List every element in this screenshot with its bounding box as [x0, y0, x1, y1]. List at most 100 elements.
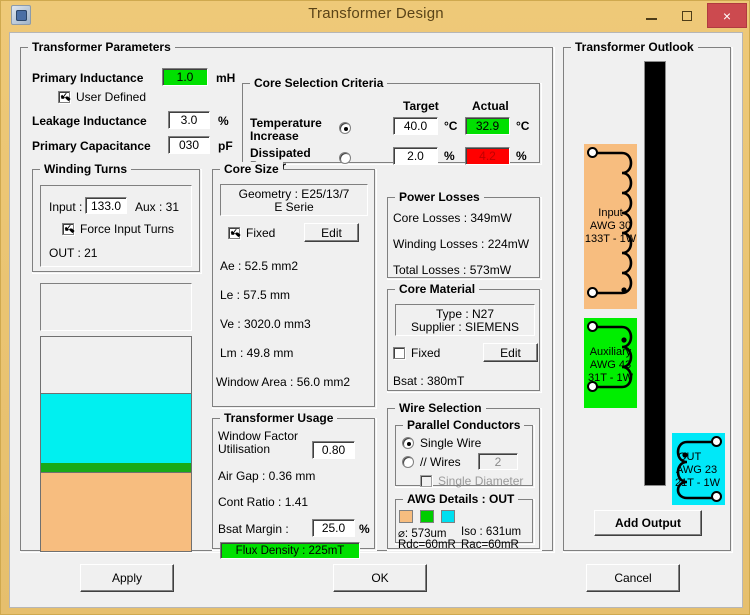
- value-winding-losses: Winding Losses : 224mW: [393, 237, 529, 251]
- button-apply[interactable]: Apply: [80, 564, 174, 592]
- checkbox-core-size-fixed[interactable]: ✓: [228, 227, 240, 239]
- winding-auxiliary-terminal-top: [587, 321, 598, 332]
- label-window-factor-line2: Utilisation: [218, 442, 270, 456]
- label-core-size-fixed: Fixed: [246, 226, 275, 240]
- input-leakage-inductance[interactable]: 3.0: [168, 111, 210, 129]
- winding-auxiliary[interactable]: Auxiliary AWG 43 31T - 1W: [584, 318, 637, 408]
- core-size-ae: Ae : 52.5 mm2: [220, 259, 298, 273]
- application-window: Transformer Design × Transformer Paramet…: [0, 0, 750, 615]
- radio-temperature-increase[interactable]: [339, 122, 351, 134]
- radio-dissipated-power[interactable]: [339, 152, 351, 164]
- client-area: Transformer Parameters Primary Inductanc…: [9, 32, 743, 608]
- label-dissipated-power-line1: Dissipated: [250, 146, 311, 160]
- unit-actual-dissipated-power: %: [516, 149, 527, 163]
- winding-out[interactable]: OUT AWG 23 21T - 1W: [672, 433, 725, 505]
- label-bsat-margin: Bsat Margin :: [218, 522, 289, 536]
- winding-input[interactable]: Input AWG 30 133T - 1W: [584, 144, 637, 309]
- radio-single-wire[interactable]: [402, 437, 414, 449]
- core-size-lm: Lm : 49.8 mm: [220, 346, 293, 360]
- label-force-input-turns: Force Input Turns: [80, 222, 174, 236]
- header-actual: Actual: [472, 99, 509, 113]
- value-bsat: Bsat : 380mT: [393, 374, 464, 388]
- window-utilisation-bar: [40, 336, 192, 552]
- input-bsat-margin[interactable]: 25.0: [312, 519, 355, 537]
- header-target: Target: [403, 99, 439, 113]
- winding-input-coil: [584, 144, 637, 309]
- winding-input-terminal-top: [587, 147, 598, 158]
- group-title-parallel-conductors: Parallel Conductors: [403, 418, 524, 432]
- value-wire-diameter: ⌀: 573um: [398, 526, 446, 540]
- label-aux-turns: Aux : 31: [135, 200, 179, 214]
- minimize-button[interactable]: [635, 3, 667, 28]
- group-title-core-size: Core Size: [220, 162, 283, 176]
- group-title-transformer-parameters: Transformer Parameters: [28, 40, 175, 54]
- winding-graphic-top-panel: [40, 283, 192, 331]
- value-wire-rdc: Rdc=60mR: [398, 539, 456, 551]
- button-cancel[interactable]: Cancel: [586, 564, 680, 592]
- label-window-factor-line1: Window Factor: [218, 429, 298, 443]
- group-title-transformer-outlook: Transformer Outlook: [571, 40, 698, 54]
- core-size-ve: Ve : 3020.0 mm3: [220, 317, 311, 331]
- group-title-core-material: Core Material: [395, 282, 479, 296]
- checkbox-core-material-fixed[interactable]: [393, 347, 405, 359]
- group-title-wire-selection: Wire Selection: [395, 401, 486, 415]
- checkbox-user-defined[interactable]: ✓: [58, 91, 70, 103]
- button-core-size-edit[interactable]: Edit: [304, 223, 359, 242]
- group-title-winding-turns: Winding Turns: [40, 162, 131, 176]
- unit-primary-inductance: mH: [216, 71, 235, 85]
- checkbox-single-diameter[interactable]: [420, 475, 432, 487]
- label-parallel-wires: // Wires: [420, 455, 461, 469]
- value-actual-temperature: 32.9: [465, 117, 510, 135]
- core-material-supplier: Supplier : SIEMENS: [395, 320, 535, 334]
- unit-leakage-inductance: %: [218, 114, 229, 128]
- core-material-type: Type : N27: [395, 307, 535, 321]
- label-leakage-inductance: Leakage Inductance: [32, 114, 147, 128]
- winding-input-terminal-bottom: [587, 287, 598, 298]
- value-air-gap: Air Gap : 0.36 mm: [218, 469, 315, 483]
- maximize-button[interactable]: [671, 3, 703, 28]
- value-cont-ratio: Cont Ratio : 1.41: [218, 495, 308, 509]
- button-add-output[interactable]: Add Output: [594, 510, 702, 536]
- unit-primary-capacitance: pF: [218, 139, 233, 153]
- value-core-losses: Core Losses : 349mW: [393, 211, 512, 225]
- value-total-losses: Total Losses : 573mW: [393, 263, 511, 277]
- value-flux-density: Flux Density : 225mT: [220, 542, 360, 559]
- winding-out-terminal-top: [711, 436, 722, 447]
- unit-bsat-margin: %: [359, 522, 370, 536]
- input-winding-input-turns[interactable]: 133.0: [85, 197, 127, 214]
- label-primary-inductance: Primary Inductance: [32, 71, 143, 85]
- checkbox-force-input-turns[interactable]: ✓: [62, 223, 74, 235]
- value-wire-rac: Rac=60mR: [461, 539, 519, 551]
- button-core-material-edit[interactable]: Edit: [483, 343, 538, 362]
- input-primary-capacitance[interactable]: 030: [168, 136, 210, 154]
- window-seg-aux: [41, 463, 191, 472]
- radio-parallel-wires[interactable]: [402, 456, 414, 468]
- window-seg-free: [41, 337, 191, 393]
- value-actual-dissipated-power: 4.2: [465, 147, 510, 165]
- label-single-diameter: Single Diameter: [438, 474, 523, 488]
- label-temperature-increase-line1: Temperature: [250, 116, 322, 130]
- maximize-icon: [682, 11, 692, 21]
- core-size-window-area: Window Area : 56.0 mm2: [216, 375, 350, 389]
- label-temperature-increase-line2: Increase: [250, 129, 299, 143]
- label-input-turns: Input :: [49, 200, 82, 214]
- group-title-power-losses: Power Losses: [395, 190, 484, 204]
- button-ok[interactable]: OK: [333, 564, 427, 592]
- label-core-material-fixed: Fixed: [411, 346, 440, 360]
- input-primary-inductance[interactable]: 1.0: [162, 68, 208, 86]
- label-primary-capacitance: Primary Capacitance: [32, 139, 151, 153]
- unit-target-temperature: °C: [444, 119, 457, 133]
- group-title-transformer-usage: Transformer Usage: [220, 411, 337, 425]
- input-target-temperature[interactable]: 40.0: [393, 117, 438, 135]
- swatch-out-winding: [441, 510, 455, 523]
- label-out-turns: OUT : 21: [49, 246, 97, 260]
- close-button[interactable]: ×: [707, 3, 747, 28]
- title-bar: Transformer Design ×: [1, 1, 750, 30]
- window-seg-out: [41, 393, 191, 464]
- input-window-factor-utilisation[interactable]: 0.80: [312, 441, 355, 459]
- input-target-dissipated-power[interactable]: 2.0: [393, 147, 438, 165]
- window-seg-input: [41, 472, 191, 551]
- minimize-icon: [646, 18, 657, 20]
- input-parallel-wires-count[interactable]: 2: [478, 453, 518, 470]
- group-title-awg-details: AWG Details : OUT: [403, 492, 518, 506]
